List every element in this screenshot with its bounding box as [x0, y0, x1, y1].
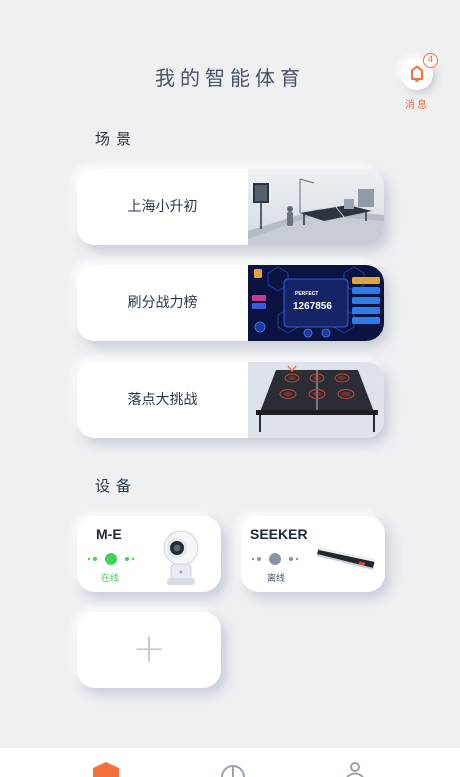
sensor-bar-icon	[317, 548, 375, 570]
leaderboard-image: PERFECT 1267856	[248, 265, 384, 341]
device-name: M-E	[96, 526, 122, 542]
bell-icon	[411, 65, 423, 82]
device-status: 在线	[101, 574, 120, 584]
messages-button[interactable]: 4 消息	[399, 53, 438, 111]
scene-card-shanghai[interactable]: 上海小升初	[77, 169, 384, 245]
camera-robot-icon	[163, 530, 199, 585]
message-count-badge: 4	[423, 53, 438, 68]
scenes-section-title: 场景	[95, 130, 138, 148]
plus-icon: +	[132, 626, 166, 672]
home-icon[interactable]	[93, 762, 119, 777]
device-name: SEEKER	[250, 526, 308, 542]
sports-icon[interactable]	[220, 764, 246, 777]
messages-icon-circle[interactable]: 4	[401, 53, 438, 90]
score-text: 1267856	[293, 301, 332, 312]
perfect-text: PERFECT	[295, 291, 318, 297]
messages-label: 消息	[405, 100, 429, 111]
devices-section-title: 设备	[95, 477, 138, 495]
device-card-m-e[interactable]: M-E 在线	[77, 516, 221, 592]
device-card-seeker[interactable]: SEEKER 离线	[241, 516, 385, 592]
add-device-button[interactable]: +	[77, 612, 221, 688]
scene-label: 刷分战力榜	[127, 295, 198, 311]
status-dots-icon	[251, 553, 299, 565]
scene-label: 上海小升初	[127, 199, 198, 215]
scene-card-landing-challenge[interactable]: 落点大挑战	[77, 362, 384, 438]
training-room-image	[248, 169, 384, 245]
scene-card-leaderboard[interactable]: 刷分战力榜 PERFECT 1267856	[77, 265, 384, 341]
device-status: 离线	[267, 574, 286, 584]
scene-label: 落点大挑战	[127, 392, 198, 408]
page-title: 我的智能体育	[155, 66, 305, 90]
status-dots-icon	[87, 553, 135, 565]
table-landing-image	[248, 362, 384, 438]
bottom-tab-bar	[0, 748, 460, 777]
profile-icon[interactable]	[346, 762, 364, 777]
